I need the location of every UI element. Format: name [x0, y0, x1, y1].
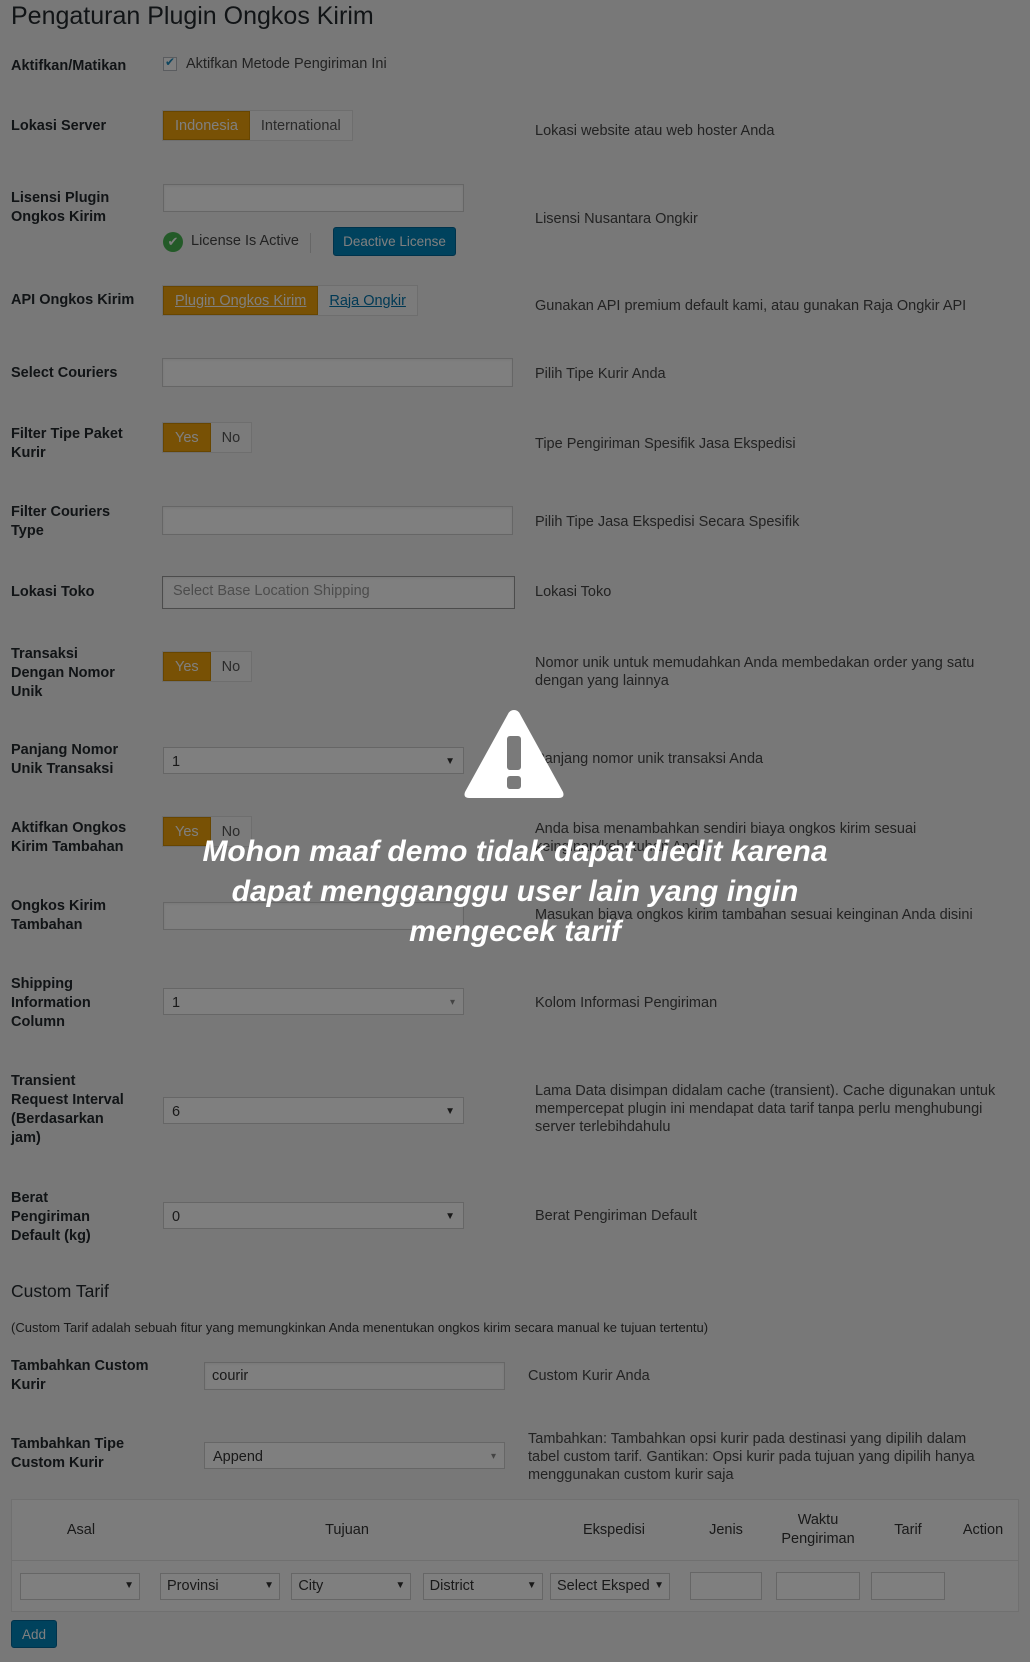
demo-overlay: Mohon maaf demo tidak dapat diedit karen… — [0, 0, 1030, 1662]
demo-warning-message: Mohon maaf demo tidak dapat diedit karen… — [202, 835, 828, 948]
warning-icon — [464, 710, 564, 798]
